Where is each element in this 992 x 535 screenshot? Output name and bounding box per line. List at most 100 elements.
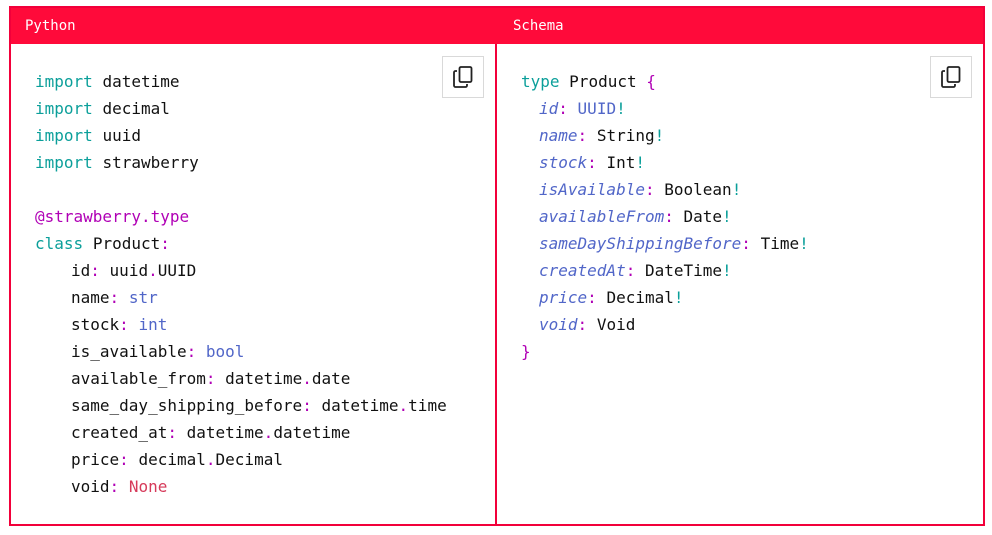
non-null-mark: ! — [799, 234, 809, 253]
colon: : — [186, 342, 197, 361]
field-name: createdAt — [539, 261, 626, 280]
field-name: isAvailable — [539, 180, 645, 199]
module-name: datetime — [102, 72, 180, 91]
dot: . — [148, 261, 158, 280]
code-line: import decimal — [35, 95, 495, 122]
builtin-type: bool — [205, 342, 245, 361]
field-name: id — [71, 261, 91, 280]
non-null-mark: ! — [654, 126, 665, 145]
code-line: name: String! — [521, 122, 983, 149]
type-name: Product — [569, 72, 637, 91]
field-name: stock — [539, 153, 588, 172]
copy-schema-button[interactable] — [930, 56, 972, 98]
field-name: is_available — [71, 342, 187, 361]
copy-python-button[interactable] — [442, 56, 484, 98]
module-ref: datetime — [225, 369, 303, 388]
class-keyword: class — [35, 234, 84, 253]
code-line: is_available: bool — [35, 338, 495, 365]
colon: : — [577, 126, 588, 145]
code-line: stock: int — [35, 311, 495, 338]
code-line: import uuid — [35, 122, 495, 149]
type-keyword: type — [521, 72, 560, 91]
import-keyword: import — [35, 99, 93, 118]
code-line: } — [521, 338, 983, 365]
module-ref: datetime — [321, 396, 399, 415]
dot: . — [263, 423, 274, 442]
import-keyword: import — [35, 72, 93, 91]
module-ref: decimal — [138, 450, 206, 469]
field-name: available_from — [71, 369, 206, 388]
code-line: availableFrom: Date! — [521, 203, 983, 230]
import-keyword: import — [35, 126, 93, 145]
tab-python[interactable]: Python — [11, 8, 497, 44]
non-null-mark: ! — [731, 180, 742, 199]
colon: : — [741, 234, 751, 253]
non-null-mark: ! — [616, 99, 626, 118]
tab-header: Python Schema — [11, 8, 983, 44]
tab-schema[interactable]: Schema — [497, 8, 983, 44]
code-line: price: Decimal! — [521, 284, 983, 311]
python-code: import datetime import decimal import uuid… — [35, 68, 495, 500]
field-name: created_at — [71, 423, 168, 442]
colon: : — [109, 288, 120, 307]
module-ref: uuid — [109, 261, 149, 280]
open-brace: { — [646, 72, 656, 91]
close-brace: } — [521, 342, 531, 361]
code-line: id: uuid.UUID — [35, 257, 495, 284]
dot: . — [398, 396, 409, 415]
field-name: name — [539, 126, 578, 145]
code-line: created_at: datetime.datetime — [35, 419, 495, 446]
builtin-type: int — [138, 315, 168, 334]
type-ref: Decimal — [606, 288, 674, 307]
colon: : — [160, 234, 170, 253]
field-name: id — [539, 99, 559, 118]
code-line: createdAt: DateTime! — [521, 257, 983, 284]
type-name: Decimal — [215, 450, 283, 469]
code-line: void: None — [35, 473, 495, 500]
copy-icon — [453, 66, 473, 88]
module-name: strawberry — [102, 153, 199, 172]
type-ref: Boolean — [664, 180, 732, 199]
type-ref: String — [596, 126, 655, 145]
type-name: date — [311, 369, 351, 388]
module-ref: datetime — [186, 423, 264, 442]
builtin-type: str — [128, 288, 158, 307]
type-name: UUID — [157, 261, 197, 280]
field-name: sameDayShippingBefore — [539, 234, 742, 253]
module-name: uuid — [102, 126, 141, 145]
code-line: import datetime — [35, 68, 495, 95]
code-line: import strawberry — [35, 149, 495, 176]
colon: : — [587, 288, 597, 307]
decorator: @strawberry.type — [35, 207, 190, 226]
code-line: void: Void — [521, 311, 983, 338]
field-name: price — [539, 288, 588, 307]
scalar-type: UUID — [577, 99, 617, 118]
type-ref: Date — [683, 207, 723, 226]
type-name: time — [408, 396, 447, 415]
code-line: type Product { — [521, 68, 983, 95]
type-ref: Time — [760, 234, 800, 253]
code-line: same_day_shipping_before: datetime.time — [35, 392, 495, 419]
code-line: stock: Int! — [521, 149, 983, 176]
type-ref: Void — [596, 315, 636, 334]
colon: : — [625, 261, 636, 280]
code-panes: import datetime import decimal import uuid… — [11, 44, 983, 524]
type-ref: DateTime — [644, 261, 723, 280]
schema-pane: type Product {id: UUID! name: String! stoc… — [497, 44, 983, 524]
colon: : — [90, 261, 100, 280]
module-name: decimal — [102, 99, 170, 118]
colon: : — [119, 315, 129, 334]
code-line: price: decimal.Decimal — [35, 446, 495, 473]
field-name: stock — [71, 315, 120, 334]
type-ref: Int — [606, 153, 636, 172]
colon: : — [664, 207, 674, 226]
non-null-mark: ! — [673, 288, 684, 307]
non-null-mark: ! — [635, 153, 645, 172]
colon: : — [577, 315, 588, 334]
import-keyword: import — [35, 153, 93, 172]
colon: : — [205, 369, 216, 388]
python-pane: import datetime import decimal import uuid… — [11, 44, 497, 524]
code-line: @strawberry.type — [35, 203, 495, 230]
colon: : — [119, 450, 129, 469]
